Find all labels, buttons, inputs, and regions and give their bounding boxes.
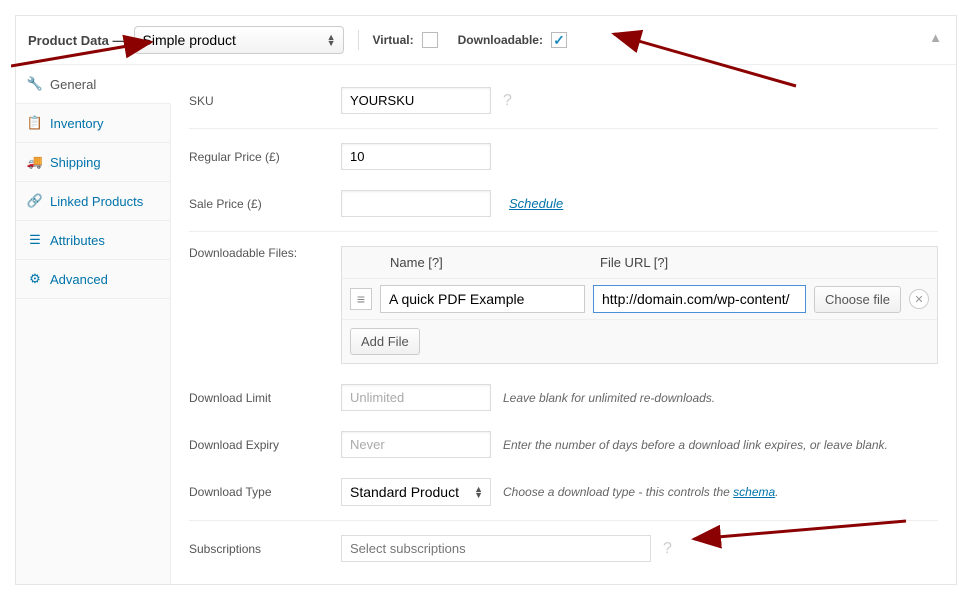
- dl-type-label: Download Type: [189, 485, 329, 499]
- dl-type-select[interactable]: Standard Product: [341, 478, 491, 506]
- dl-table-header: Name [?] File URL [?]: [342, 247, 937, 278]
- truck-icon: 🚚: [28, 154, 42, 170]
- dl-file-name-input[interactable]: [380, 285, 585, 313]
- tab-label: Linked Products: [50, 194, 143, 209]
- schema-link[interactable]: schema: [733, 485, 775, 499]
- dl-type-desc: Choose a download type - this controls t…: [503, 485, 779, 499]
- product-type-wrap: Simple product ▲▼: [134, 26, 344, 54]
- tab-attributes[interactable]: ☰ Attributes: [16, 221, 170, 260]
- download-expiry-row: Download Expiry Enter the number of days…: [189, 421, 938, 468]
- dl-url-header: File URL [?]: [594, 255, 927, 270]
- schedule-link[interactable]: Schedule: [509, 196, 563, 211]
- download-limit-row: Download Limit Leave blank for unlimited…: [189, 374, 938, 421]
- help-icon[interactable]: ?: [503, 92, 512, 110]
- product-type-select[interactable]: Simple product: [134, 26, 344, 54]
- virtual-checkbox[interactable]: [422, 32, 438, 48]
- choose-file-button[interactable]: Choose file: [814, 286, 901, 313]
- wrench-icon: 🔧: [28, 76, 42, 92]
- tab-shipping[interactable]: 🚚 Shipping: [16, 143, 170, 182]
- divider: [189, 128, 938, 129]
- dl-expiry-input[interactable]: [341, 431, 491, 458]
- gear-icon: ⚙: [28, 271, 42, 287]
- tab-inventory[interactable]: 📋 Inventory: [16, 104, 170, 143]
- dl-limit-label: Download Limit: [189, 391, 329, 405]
- product-tabs: 🔧 General 📋 Inventory 🚚 Shipping 🔗 Linke…: [16, 65, 171, 584]
- general-content: SKU ? Regular Price (£) Sale Price (£) S…: [171, 65, 956, 584]
- virtual-label: Virtual:: [373, 33, 414, 47]
- tab-general[interactable]: 🔧 General: [16, 65, 171, 104]
- dl-limit-input[interactable]: [341, 384, 491, 411]
- sale-price-label: Sale Price (£): [189, 197, 329, 211]
- link-icon: 🔗: [28, 193, 42, 209]
- sku-row: SKU ?: [189, 77, 938, 124]
- tab-label: Inventory: [50, 116, 103, 131]
- regular-price-input[interactable]: [341, 143, 491, 170]
- tab-label: Shipping: [50, 155, 101, 170]
- downloadable-label: Downloadable:: [458, 33, 543, 47]
- add-file-button[interactable]: Add File: [350, 328, 420, 355]
- list-icon: ☰: [28, 232, 42, 248]
- tab-label: Attributes: [50, 233, 105, 248]
- dl-files-table: Name [?] File URL [?] ≡ Choose file ✕ Ad…: [341, 246, 938, 364]
- tab-advanced[interactable]: ⚙ Advanced: [16, 260, 170, 299]
- divider: [189, 231, 938, 232]
- dl-files-label: Downloadable Files:: [189, 246, 329, 260]
- sale-price-row: Sale Price (£) Schedule: [189, 180, 938, 227]
- collapse-icon[interactable]: ▲: [929, 30, 942, 45]
- sku-label: SKU: [189, 94, 329, 108]
- divider: [189, 520, 938, 521]
- dl-expiry-desc: Enter the number of days before a downlo…: [503, 438, 888, 452]
- product-data-panel: Product Data — Simple product ▲▼ Virtual…: [15, 15, 957, 585]
- dl-table-footer: Add File: [342, 319, 937, 363]
- sale-price-input[interactable]: [341, 190, 491, 217]
- download-type-row: Download Type Standard Product ▲▼ Choose…: [189, 468, 938, 516]
- dl-expiry-label: Download Expiry: [189, 438, 329, 452]
- tab-label: Advanced: [50, 272, 108, 287]
- header-separator: [358, 30, 359, 50]
- remove-file-icon[interactable]: ✕: [909, 289, 929, 309]
- subscriptions-row: Subscriptions ?: [189, 525, 938, 572]
- regular-price-label: Regular Price (£): [189, 150, 329, 164]
- panel-header: Product Data — Simple product ▲▼ Virtual…: [16, 16, 956, 65]
- tab-label: General: [50, 77, 96, 92]
- sku-input[interactable]: [341, 87, 491, 114]
- downloadable-files-row: Downloadable Files: Name [?] File URL [?…: [189, 236, 938, 374]
- subs-label: Subscriptions: [189, 542, 329, 556]
- subscriptions-input[interactable]: [341, 535, 651, 562]
- help-icon[interactable]: ?: [663, 540, 672, 558]
- dl-limit-desc: Leave blank for unlimited re-downloads.: [503, 391, 715, 405]
- dl-file-url-input[interactable]: [593, 285, 806, 313]
- dl-type-wrap: Standard Product ▲▼: [341, 478, 491, 506]
- regular-price-row: Regular Price (£): [189, 133, 938, 180]
- dl-file-row: ≡ Choose file ✕: [342, 278, 937, 319]
- tab-linked-products[interactable]: 🔗 Linked Products: [16, 182, 170, 221]
- drag-handle-icon[interactable]: ≡: [350, 288, 372, 310]
- dl-name-header: Name [?]: [384, 255, 594, 270]
- downloadable-checkbox[interactable]: ✓: [551, 32, 567, 48]
- clipboard-icon: 📋: [28, 115, 42, 131]
- panel-title: Product Data —: [28, 33, 126, 48]
- panel-body: 🔧 General 📋 Inventory 🚚 Shipping 🔗 Linke…: [16, 65, 956, 584]
